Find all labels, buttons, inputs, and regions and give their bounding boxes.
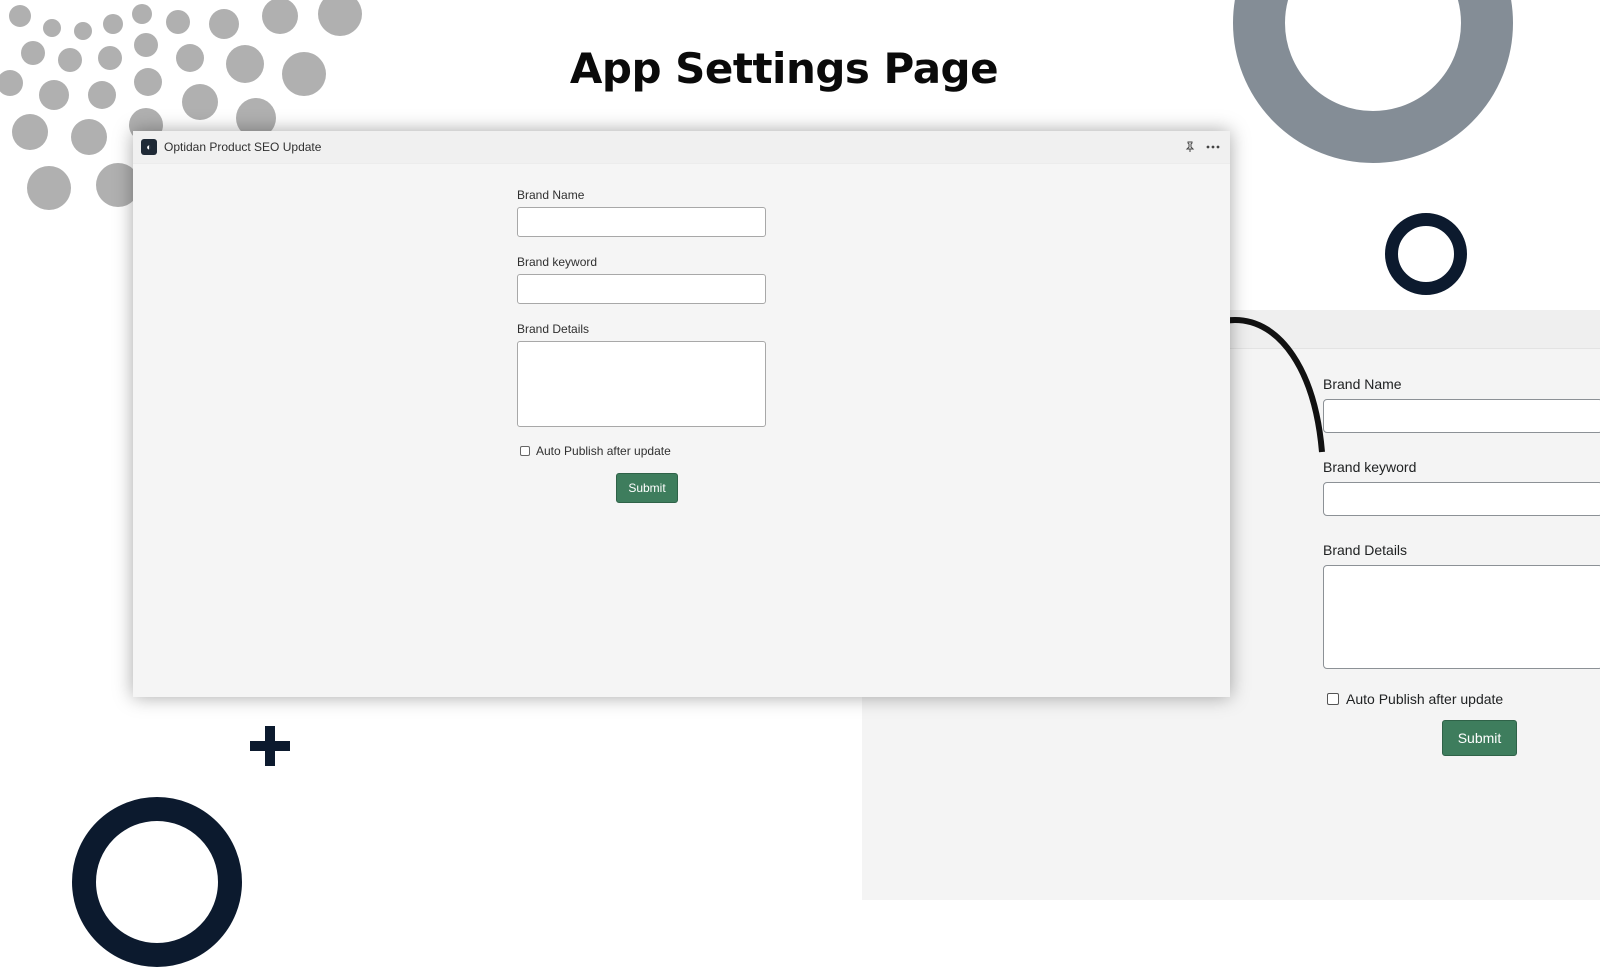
decorative-navy-ring bbox=[1385, 213, 1467, 295]
app-window: ◐ Optidan Product SEO Update Brand Name … bbox=[133, 131, 1230, 697]
zoom-brand-details-label: Brand Details bbox=[1323, 542, 1408, 558]
zoom-brand-name-input[interactable] bbox=[1323, 399, 1600, 433]
brand-details-textarea[interactable] bbox=[517, 341, 766, 427]
brand-details-label: Brand Details bbox=[517, 322, 590, 336]
app-title: Optidan Product SEO Update bbox=[164, 140, 322, 154]
zoom-submit-button[interactable]: Submit bbox=[1442, 720, 1517, 756]
decorative-plus-icon bbox=[250, 726, 290, 766]
brand-keyword-label: Brand keyword bbox=[517, 255, 598, 269]
auto-publish-label: Auto Publish after update bbox=[536, 444, 671, 458]
more-horizontal-icon[interactable] bbox=[1204, 138, 1222, 156]
zoom-brand-keyword-input[interactable] bbox=[1323, 482, 1600, 516]
zoom-auto-publish-checkbox[interactable] bbox=[1327, 693, 1339, 705]
pin-icon[interactable] bbox=[1181, 138, 1199, 156]
zoom-auto-publish-row: Auto Publish after update bbox=[1327, 691, 1600, 707]
auto-publish-checkbox[interactable] bbox=[520, 446, 530, 456]
brand-name-label: Brand Name bbox=[517, 188, 585, 202]
brand-keyword-input[interactable] bbox=[517, 274, 766, 304]
app-titlebar: ◐ Optidan Product SEO Update bbox=[133, 131, 1230, 164]
submit-button[interactable]: Submit bbox=[616, 473, 678, 503]
zoom-brand-name-label: Brand Name bbox=[1323, 376, 1402, 392]
zoomed-settings-form: Brand Name Brand keyword Brand Details A… bbox=[1323, 376, 1600, 707]
page-title: App Settings Page bbox=[569, 44, 999, 93]
app-logo-icon: ◐ bbox=[141, 139, 157, 155]
zoom-brand-details-textarea[interactable] bbox=[1323, 565, 1600, 669]
settings-form: Brand Name Brand keyword Brand Details A… bbox=[517, 188, 767, 458]
zoom-auto-publish-label: Auto Publish after update bbox=[1346, 691, 1504, 707]
zoom-brand-keyword-label: Brand keyword bbox=[1323, 459, 1417, 475]
decorative-navy-ring-bottom bbox=[72, 797, 242, 967]
auto-publish-row: Auto Publish after update bbox=[520, 444, 767, 458]
brand-name-input[interactable] bbox=[517, 207, 766, 237]
